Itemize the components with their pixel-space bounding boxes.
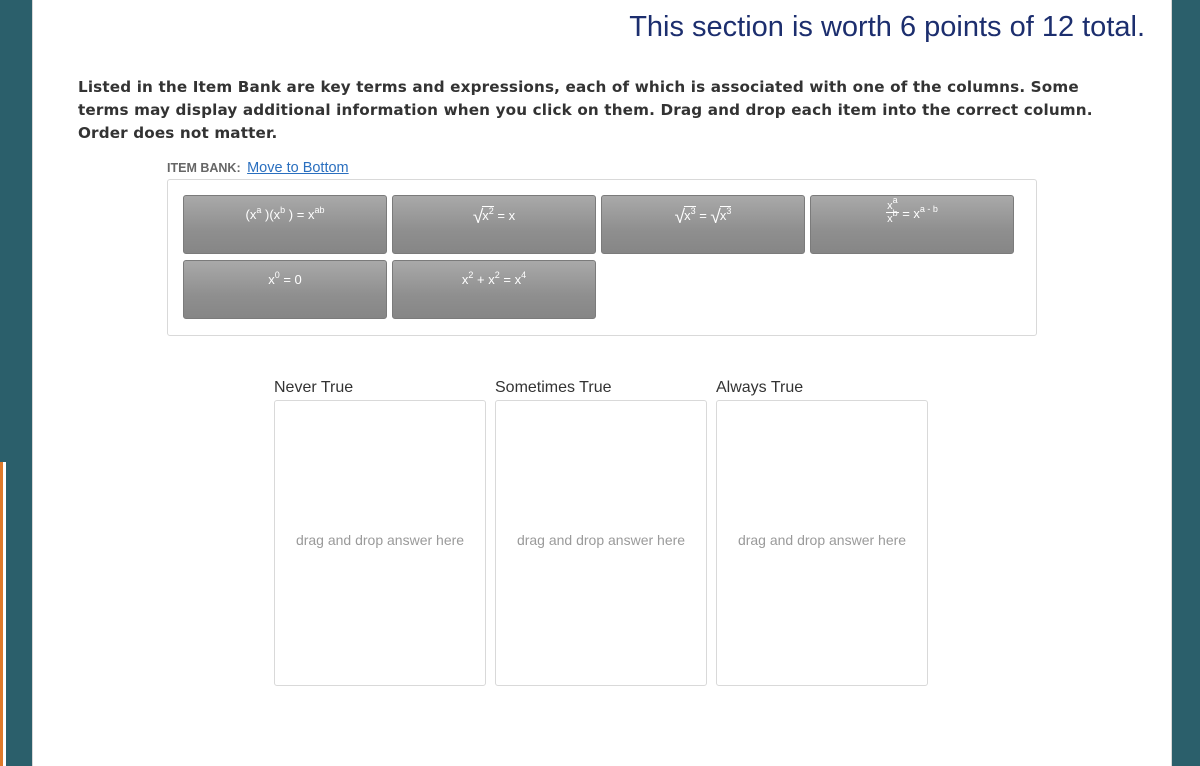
dropzone-never-true[interactable]: drag and drop answer here xyxy=(274,400,486,686)
item-expression: x0 = 0 xyxy=(268,270,302,288)
dropzone-sometimes-true[interactable]: drag and drop answer here xyxy=(495,400,707,686)
item-expression: √x3 = √x3 xyxy=(674,206,732,228)
question-panel: This section is worth 6 points of 12 tot… xyxy=(32,0,1172,766)
column-label-always-true: Always True xyxy=(716,379,804,396)
item-bank-label: ITEM BANK: xyxy=(167,161,241,175)
dropzone-placeholder: drag and drop answer here xyxy=(516,532,686,548)
move-to-bottom-link[interactable]: Move to Bottom xyxy=(247,160,349,176)
item-tile-sqrt-x-cubed[interactable]: √x3 = √x3 xyxy=(601,195,805,254)
item-expression: xa xb = xa - b xyxy=(886,195,938,225)
section-title: This section is worth 6 points of 12 tot… xyxy=(629,11,1145,43)
item-tile-product-rule[interactable]: (xa )(xb ) = xab xyxy=(183,195,387,254)
item-tile-sum-of-squares[interactable]: x2 + x2 = x4 xyxy=(392,260,596,319)
item-bank-header: ITEM BANK: Move to Bottom xyxy=(167,160,349,176)
column-label-sometimes-true: Sometimes True xyxy=(495,379,612,396)
item-expression: (xa )(xb ) = xab xyxy=(245,205,325,223)
instructions-text: Listed in the Item Bank are key terms an… xyxy=(78,78,1093,142)
column-label-never-true: Never True xyxy=(274,379,354,396)
item-expression: √x2 = x xyxy=(472,206,516,228)
dropzone-placeholder: drag and drop answer here xyxy=(737,532,907,548)
item-expression: x2 + x2 = x4 xyxy=(461,270,527,288)
item-tile-quotient-rule[interactable]: xa xb = xa - b xyxy=(810,195,1014,254)
item-tile-zero-exponent[interactable]: x0 = 0 xyxy=(183,260,387,319)
dropzone-placeholder: drag and drop answer here xyxy=(295,532,465,548)
item-tile-sqrt-x-squared[interactable]: √x2 = x xyxy=(392,195,596,254)
item-bank: (xa )(xb ) = xab √x2 = x √x3 = √x3 xa xb … xyxy=(167,179,1037,336)
dropzone-always-true[interactable]: drag and drop answer here xyxy=(716,400,928,686)
left-edge-accent xyxy=(0,462,6,766)
